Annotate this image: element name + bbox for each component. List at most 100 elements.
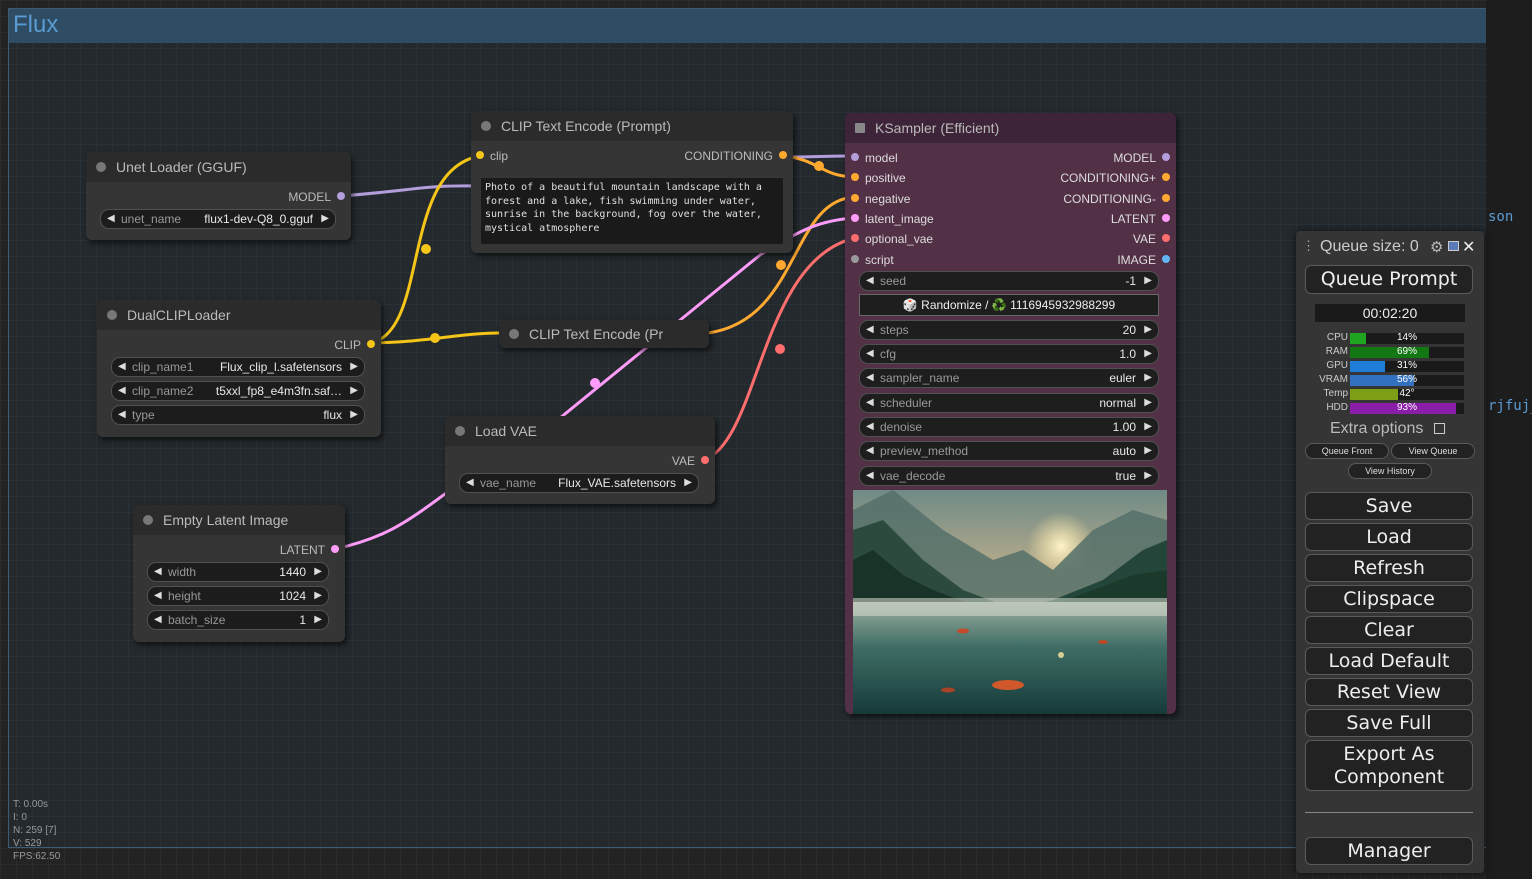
arrow-right-icon[interactable]: ▶ [314,611,322,629]
manager-button[interactable]: Manager [1305,837,1473,865]
widget-type[interactable]: ◀ type flux ▶ [111,405,365,425]
collapse-dot[interactable] [107,310,117,320]
widget-width[interactable]: ◀ width 1440 ▶ [147,562,329,582]
save-button[interactable]: Save [1305,492,1473,520]
input-clip-dot[interactable] [476,151,484,159]
extra-options-checkbox[interactable] [1434,423,1445,434]
node-title[interactable]: CLIP Text Encode (Pr [499,320,709,348]
collapse-dot[interactable] [455,426,465,436]
node-dualcliploader[interactable]: DualCLIPLoader CLIP ◀ clip_name1 Flux_cl… [97,300,381,437]
arrow-left-icon[interactable]: ◀ [866,394,874,412]
drag-handle-icon[interactable]: ⋮ [1302,238,1315,254]
input-model-dot[interactable] [851,153,859,161]
arrow-right-icon[interactable]: ▶ [684,474,692,492]
input-vae-dot[interactable] [851,234,859,242]
input-positive-dot[interactable] [851,173,859,181]
arrow-left-icon[interactable]: ◀ [118,358,126,376]
node-title[interactable]: CLIP Text Encode (Prompt) [471,111,793,141]
output-model-dot[interactable] [337,192,345,200]
view-queue-button[interactable]: View Queue [1391,443,1475,459]
reset-view-button[interactable]: Reset View [1305,678,1473,706]
node-empty-latent-image[interactable]: Empty Latent Image LATENT ◀ width 1440 ▶… [133,505,345,642]
arrow-right-icon[interactable]: ▶ [1144,321,1152,339]
node-title[interactable]: Empty Latent Image [133,505,345,535]
output-image-dot[interactable] [1162,255,1170,263]
widget-sampler-name[interactable]: ◀ sampler_name euler ▶ [859,368,1159,388]
widget-preview-method[interactable]: ◀ preview_method auto ▶ [859,441,1159,461]
input-negative-dot[interactable] [851,194,859,202]
output-clip-dot[interactable] [367,340,375,348]
queue-front-button[interactable]: Queue Front [1305,443,1389,459]
output-conditioning-minus-dot[interactable] [1162,194,1170,202]
arrow-right-icon[interactable]: ▶ [350,358,358,376]
node-title[interactable]: KSampler (Efficient) [845,113,1176,143]
widget-cfg[interactable]: ◀ cfg 1.0 ▶ [859,344,1159,364]
collapse-box[interactable] [855,123,865,133]
arrow-left-icon[interactable]: ◀ [118,382,126,400]
collapse-dot[interactable] [481,121,491,131]
output-conditioning-plus-dot[interactable] [1162,173,1170,181]
output-vae-dot[interactable] [701,456,709,464]
arrow-left-icon[interactable]: ◀ [154,611,162,629]
collapse-dot[interactable] [96,162,106,172]
arrow-left-icon[interactable]: ◀ [118,406,126,424]
image-feed-icon[interactable] [1448,241,1459,251]
widget-unet-name[interactable]: ◀ unet_name flux1-dev-Q8_0.gguf ▶ [100,209,336,229]
arrow-right-icon[interactable]: ▶ [350,382,358,400]
arrow-left-icon[interactable]: ◀ [866,321,874,339]
arrow-left-icon[interactable]: ◀ [866,467,874,485]
widget-scheduler[interactable]: ◀ scheduler normal ▶ [859,393,1159,413]
widget-vae-decode[interactable]: ◀ vae_decode true ▶ [859,466,1159,486]
arrow-right-icon[interactable]: ▶ [314,587,322,605]
arrow-left-icon[interactable]: ◀ [866,369,874,387]
widget-clip-name2[interactable]: ◀ clip_name2 t5xxl_fp8_e4m3fn.saf… ▶ [111,381,365,401]
load-button[interactable]: Load [1305,523,1473,551]
load-default-button[interactable]: Load Default [1305,647,1473,675]
queue-prompt-button[interactable]: Queue Prompt [1305,265,1473,294]
output-latent-dot[interactable] [331,545,339,553]
view-history-button[interactable]: View History [1348,463,1432,479]
output-conditioning-dot[interactable] [779,151,787,159]
arrow-left-icon[interactable]: ◀ [866,418,874,436]
seed-control-button[interactable]: 🎲 Randomize / ♻️ 1116945932988299 [859,294,1159,316]
node-title[interactable]: DualCLIPLoader [97,300,381,330]
arrow-right-icon[interactable]: ▶ [314,563,322,581]
node-unet-loader[interactable]: Unet Loader (GGUF) MODEL ◀ unet_name flu… [86,152,351,240]
arrow-right-icon[interactable]: ▶ [1144,394,1152,412]
save-full-button[interactable]: Save Full [1305,709,1473,737]
arrow-right-icon[interactable]: ▶ [1144,467,1152,485]
collapse-dot[interactable] [143,515,153,525]
arrow-left-icon[interactable]: ◀ [466,474,474,492]
arrow-right-icon[interactable]: ▶ [1144,369,1152,387]
input-latent-dot[interactable] [851,214,859,222]
widget-steps[interactable]: ◀ steps 20 ▶ [859,320,1159,340]
arrow-right-icon[interactable]: ▶ [321,210,329,228]
node-clip-text-encode-negative[interactable]: CLIP Text Encode (Pr [499,320,709,348]
widget-vae-name[interactable]: ◀ vae_name Flux_VAE.safetensors ▶ [459,473,699,493]
node-title[interactable]: Load VAE [445,416,715,446]
arrow-right-icon[interactable]: ▶ [1144,272,1152,290]
refresh-button[interactable]: Refresh [1305,554,1473,582]
settings-gear-icon[interactable]: ⚙ [1430,238,1443,256]
node-ksampler-efficient[interactable]: KSampler (Efficient) model positive nega… [845,113,1176,714]
arrow-left-icon[interactable]: ◀ [866,442,874,460]
node-load-vae[interactable]: Load VAE VAE ◀ vae_name Flux_VAE.safeten… [445,416,715,504]
widget-clip-name1[interactable]: ◀ clip_name1 Flux_clip_l.safetensors ▶ [111,357,365,377]
widget-denoise[interactable]: ◀ denoise 1.00 ▶ [859,417,1159,437]
widget-height[interactable]: ◀ height 1024 ▶ [147,586,329,606]
widget-seed[interactable]: ◀ seed -1 ▶ [859,271,1159,291]
arrow-left-icon[interactable]: ◀ [866,345,874,363]
output-model-dot[interactable] [1162,153,1170,161]
widget-batch-size[interactable]: ◀ batch_size 1 ▶ [147,610,329,630]
collapse-dot[interactable] [509,329,519,339]
arrow-left-icon[interactable]: ◀ [107,210,115,228]
input-script-dot[interactable] [851,255,859,263]
close-icon[interactable]: ✕ [1462,237,1475,257]
prompt-textarea[interactable]: Photo of a beautiful mountain landscape … [481,178,783,244]
clear-button[interactable]: Clear [1305,616,1473,644]
node-clip-text-encode-prompt[interactable]: CLIP Text Encode (Prompt) clip CONDITION… [471,111,793,253]
arrow-right-icon[interactable]: ▶ [1144,442,1152,460]
output-vae-dot[interactable] [1162,234,1170,242]
export-as-component-button[interactable]: Export As Component [1305,740,1473,791]
arrow-left-icon[interactable]: ◀ [154,563,162,581]
